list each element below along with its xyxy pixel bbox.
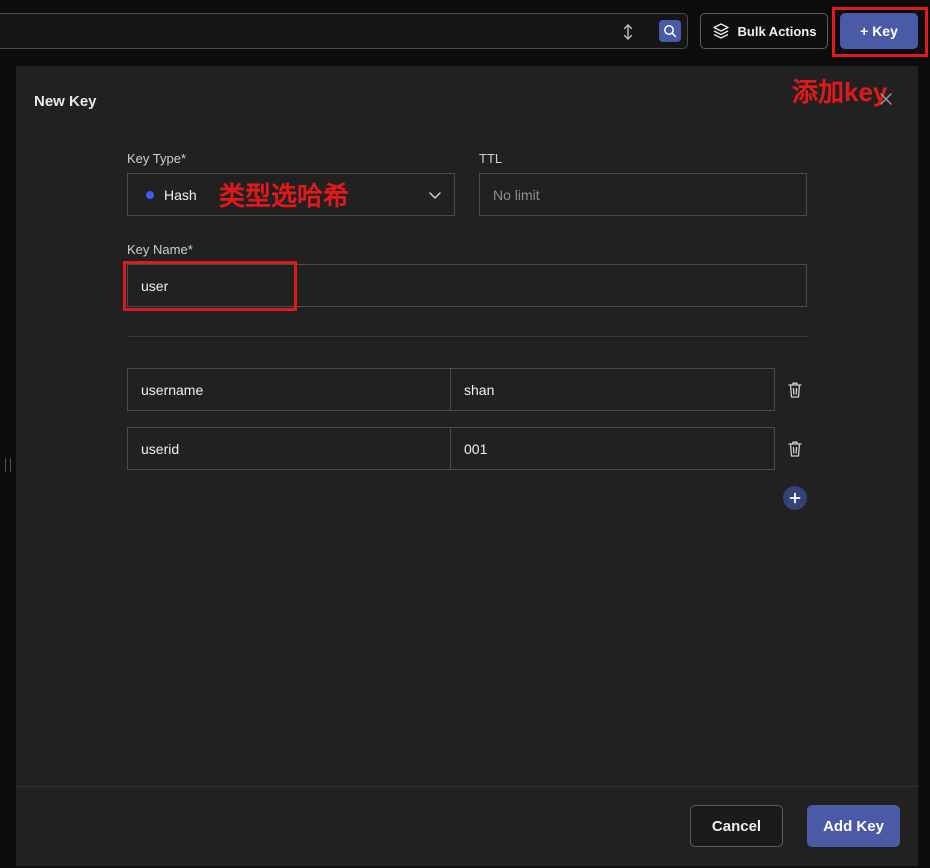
hash-type-dot (146, 190, 154, 199)
trash-icon[interactable] (787, 381, 803, 399)
bulk-actions-label: Bulk Actions (737, 23, 817, 39)
hash-field-value-value: 001 (464, 440, 488, 457)
hash-field-name-value: userid (141, 440, 180, 457)
hash-field-value-value: shan (464, 381, 495, 398)
close-icon[interactable] (878, 91, 894, 107)
divider (127, 336, 807, 337)
plus-icon (789, 492, 801, 504)
annotation-add-key-note: 添加key (792, 77, 888, 107)
search-input[interactable] (0, 13, 688, 49)
search-button[interactable] (659, 20, 681, 42)
ttl-placeholder: No limit (493, 186, 540, 203)
add-key-button[interactable]: + Key (840, 13, 918, 49)
add-field-button[interactable] (783, 486, 807, 510)
key-type-value: Hash (164, 186, 197, 203)
ttl-label: TTL (479, 151, 503, 166)
hash-field-value-input[interactable]: shan (450, 368, 775, 411)
key-name-label: Key Name* (127, 242, 193, 257)
sort-icon[interactable] (620, 23, 636, 41)
annotation-type-note: 类型选哈希 (219, 181, 350, 211)
layers-icon (712, 23, 729, 39)
trash-icon[interactable] (787, 440, 803, 458)
panel-footer: Cancel Add Key (16, 786, 918, 866)
hash-field-name-input[interactable]: userid (127, 427, 451, 470)
key-type-label: Key Type* (127, 151, 187, 166)
top-toolbar: Bulk Actions + Key (0, 0, 930, 64)
hash-field-value-input[interactable]: 001 (450, 427, 775, 470)
annotation-highlight-key-name (123, 261, 297, 311)
resize-handle[interactable] (5, 458, 11, 472)
search-icon (664, 25, 677, 38)
ttl-input[interactable]: No limit (479, 173, 807, 216)
new-key-panel: New Key 添加key Key Type* Hash 类型选哈希 TTL N… (16, 66, 918, 866)
chevron-down-icon (428, 188, 442, 202)
submit-add-key-button[interactable]: Add Key (807, 805, 900, 847)
hash-field-name-value: username (141, 381, 204, 398)
hash-field-name-input[interactable]: username (127, 368, 451, 411)
bulk-actions-button[interactable]: Bulk Actions (700, 13, 828, 49)
cancel-button[interactable]: Cancel (690, 805, 783, 847)
panel-title: New Key (34, 93, 97, 110)
